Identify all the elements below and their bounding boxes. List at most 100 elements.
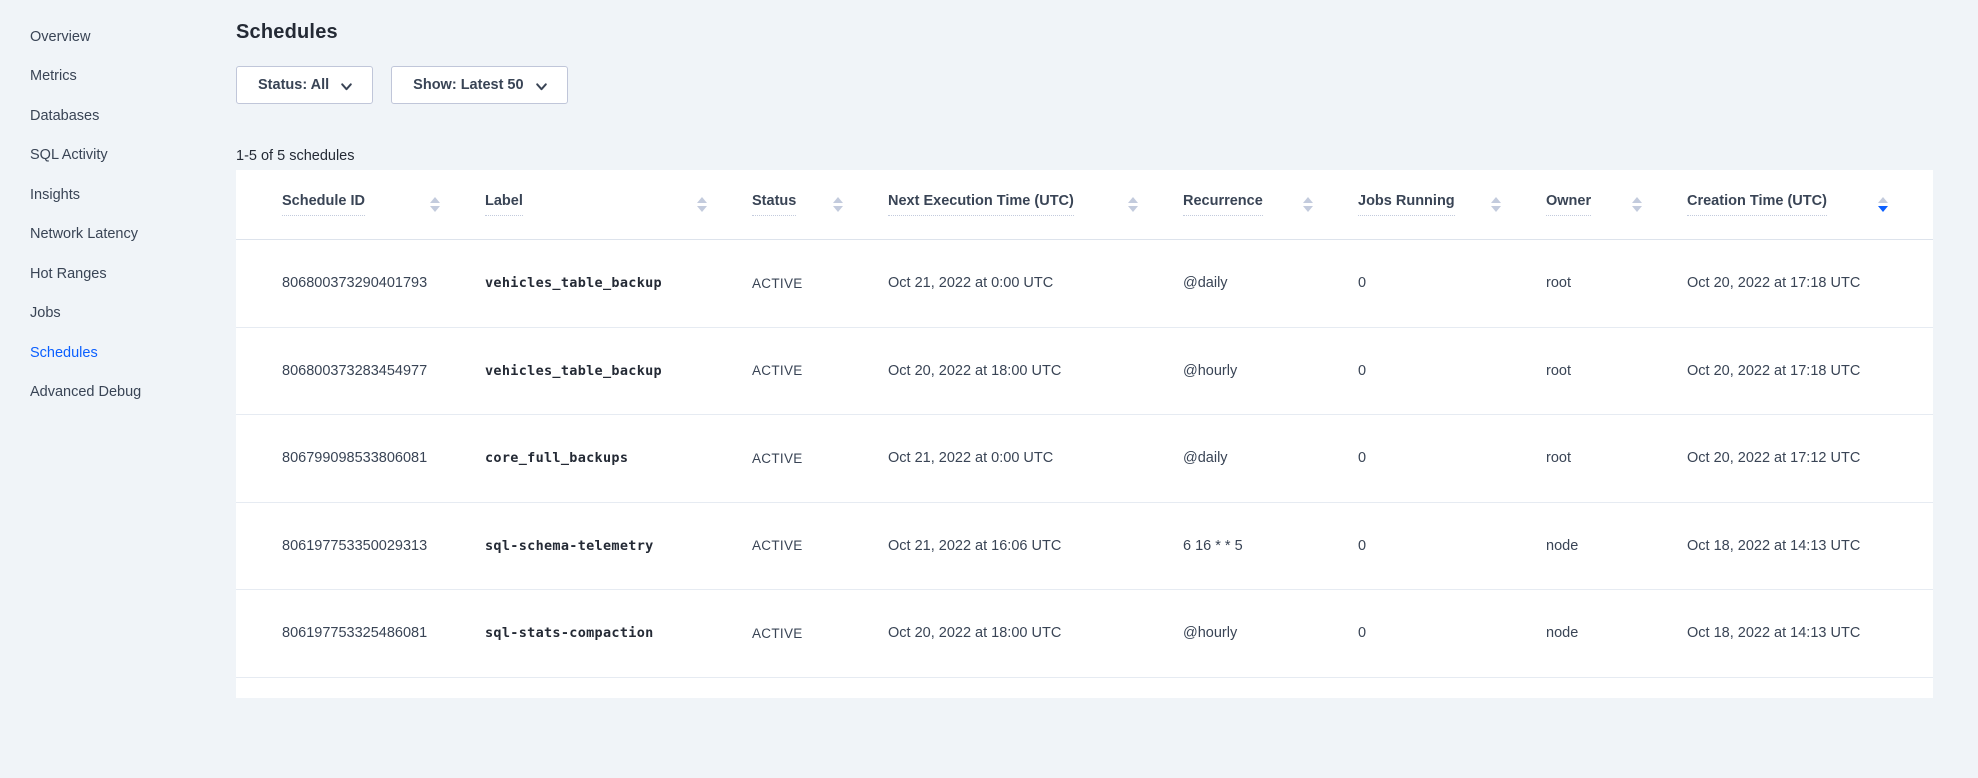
cell-owner: node: [1546, 503, 1687, 590]
cell-label: core_full_backups: [485, 415, 752, 502]
cell-schedule-id: 806197753350029313: [282, 503, 485, 590]
sidebar-item-label: Schedules: [30, 345, 98, 361]
sidebar-item-label: Network Latency: [30, 226, 138, 242]
table-row: 806800373290401793 vehicles_table_backup…: [236, 240, 1933, 328]
sidebar-item-sql-activity[interactable]: SQL Activity: [0, 136, 236, 176]
cell-recurrence: @hourly: [1183, 328, 1358, 415]
results-count: 1-5 of 5 schedules: [236, 148, 1933, 164]
cell-status: ACTIVE: [752, 503, 888, 590]
cell-status: ACTIVE: [752, 328, 888, 415]
sort-icon: [1491, 197, 1501, 212]
column-header-label: Creation Time (UTC): [1687, 193, 1827, 216]
cell-schedule-id: 806197753325486081: [282, 590, 485, 677]
sort-icon: [430, 197, 440, 212]
sort-icon: [1128, 197, 1138, 212]
chevron-down-icon: [340, 80, 353, 93]
cell-creation-time: Oct 20, 2022 at 17:12 UTC: [1687, 415, 1933, 502]
column-header-status[interactable]: Status: [752, 170, 888, 239]
filter-toolbar: Status: All Show: Latest 50: [236, 66, 1933, 104]
sidebar-item-network-latency[interactable]: Network Latency: [0, 215, 236, 255]
cell-recurrence: @daily: [1183, 240, 1358, 327]
sidebar-item-hot-ranges[interactable]: Hot Ranges: [0, 254, 236, 294]
sidebar-item-label: SQL Activity: [30, 147, 108, 163]
cell-schedule-id: 806800373283454977: [282, 328, 485, 415]
cell-jobs-running: 0: [1358, 328, 1546, 415]
sidebar-item-schedules[interactable]: Schedules: [0, 333, 236, 373]
sidebar-item-label: Metrics: [30, 68, 77, 84]
sidebar-item-jobs[interactable]: Jobs: [0, 294, 236, 334]
table-row: 806800373283454977 vehicles_table_backup…: [236, 328, 1933, 416]
main-content: Schedules Status: All Show: Latest 50 1-…: [236, 0, 1933, 698]
cell-owner: node: [1546, 590, 1687, 677]
cell-recurrence: 6 16 * * 5: [1183, 503, 1358, 590]
sidebar-item-label: Insights: [30, 187, 80, 203]
cell-owner: root: [1546, 328, 1687, 415]
sidebar-item-metrics[interactable]: Metrics: [0, 57, 236, 97]
cell-label: sql-schema-telemetry: [485, 503, 752, 590]
sidebar-item-overview[interactable]: Overview: [0, 17, 236, 57]
status-filter-label: Status: All: [258, 77, 329, 93]
cell-schedule-id: 806799098533806081: [282, 415, 485, 502]
chevron-down-icon: [535, 80, 548, 93]
sidebar-item-label: Overview: [30, 29, 90, 45]
status-filter-dropdown[interactable]: Status: All: [236, 66, 373, 104]
column-header-label: Owner: [1546, 193, 1591, 216]
sidebar-item-insights[interactable]: Insights: [0, 175, 236, 215]
cell-next-execution: Oct 21, 2022 at 0:00 UTC: [888, 240, 1183, 327]
cell-next-execution: Oct 21, 2022 at 0:00 UTC: [888, 415, 1183, 502]
cell-jobs-running: 0: [1358, 590, 1546, 677]
column-header-jobs-running[interactable]: Jobs Running: [1358, 170, 1546, 239]
sidebar-item-label: Databases: [30, 108, 99, 124]
cell-creation-time: Oct 20, 2022 at 17:18 UTC: [1687, 328, 1933, 415]
sidebar-nav: Overview Metrics Databases SQL Activity …: [0, 0, 236, 778]
cell-creation-time: Oct 18, 2022 at 14:13 UTC: [1687, 590, 1933, 677]
cell-owner: root: [1546, 240, 1687, 327]
sort-desc-icon: [1878, 197, 1888, 212]
schedules-table-card: Schedule ID Label Status Next Execution …: [236, 170, 1933, 698]
show-latest-label: Show: Latest 50: [413, 77, 523, 93]
cell-label: sql-stats-compaction: [485, 590, 752, 677]
sidebar-item-databases[interactable]: Databases: [0, 96, 236, 136]
cell-next-execution: Oct 20, 2022 at 18:00 UTC: [888, 328, 1183, 415]
column-header-label: Jobs Running: [1358, 193, 1455, 216]
cell-jobs-running: 0: [1358, 415, 1546, 502]
cell-label: vehicles_table_backup: [485, 240, 752, 327]
page-title: Schedules: [236, 21, 1933, 44]
cell-creation-time: Oct 20, 2022 at 17:18 UTC: [1687, 240, 1933, 327]
column-header-schedule-id[interactable]: Schedule ID: [282, 170, 485, 239]
column-header-label[interactable]: Label: [485, 170, 752, 239]
sidebar-item-label: Jobs: [30, 305, 61, 321]
sort-icon: [1303, 197, 1313, 212]
column-header-creation-time[interactable]: Creation Time (UTC): [1687, 170, 1933, 239]
cell-status: ACTIVE: [752, 240, 888, 327]
sidebar-item-label: Advanced Debug: [30, 384, 141, 400]
cell-recurrence: @daily: [1183, 415, 1358, 502]
cell-jobs-running: 0: [1358, 503, 1546, 590]
cell-recurrence: @hourly: [1183, 590, 1358, 677]
sidebar-item-label: Hot Ranges: [30, 266, 107, 282]
sort-icon: [833, 197, 843, 212]
column-header-label: Schedule ID: [282, 193, 365, 216]
column-header-recurrence[interactable]: Recurrence: [1183, 170, 1358, 239]
cell-label: vehicles_table_backup: [485, 328, 752, 415]
column-header-label: Status: [752, 193, 796, 216]
cell-schedule-id: 806800373290401793: [282, 240, 485, 327]
cell-status: ACTIVE: [752, 590, 888, 677]
show-latest-dropdown[interactable]: Show: Latest 50: [391, 66, 567, 104]
cell-jobs-running: 0: [1358, 240, 1546, 327]
cell-owner: root: [1546, 415, 1687, 502]
column-header-owner[interactable]: Owner: [1546, 170, 1687, 239]
sort-icon: [1632, 197, 1642, 212]
table-header-row: Schedule ID Label Status Next Execution …: [236, 170, 1933, 240]
cell-next-execution: Oct 21, 2022 at 16:06 UTC: [888, 503, 1183, 590]
cell-creation-time: Oct 18, 2022 at 14:13 UTC: [1687, 503, 1933, 590]
cell-next-execution: Oct 20, 2022 at 18:00 UTC: [888, 590, 1183, 677]
column-header-label: Next Execution Time (UTC): [888, 193, 1074, 216]
column-header-label: Recurrence: [1183, 193, 1263, 216]
sidebar-item-advanced-debug[interactable]: Advanced Debug: [0, 373, 236, 413]
column-header-next-execution-time[interactable]: Next Execution Time (UTC): [888, 170, 1183, 239]
sort-icon: [697, 197, 707, 212]
table-row: 806799098533806081 core_full_backups ACT…: [236, 415, 1933, 503]
column-header-label: Label: [485, 193, 523, 216]
cell-status: ACTIVE: [752, 415, 888, 502]
